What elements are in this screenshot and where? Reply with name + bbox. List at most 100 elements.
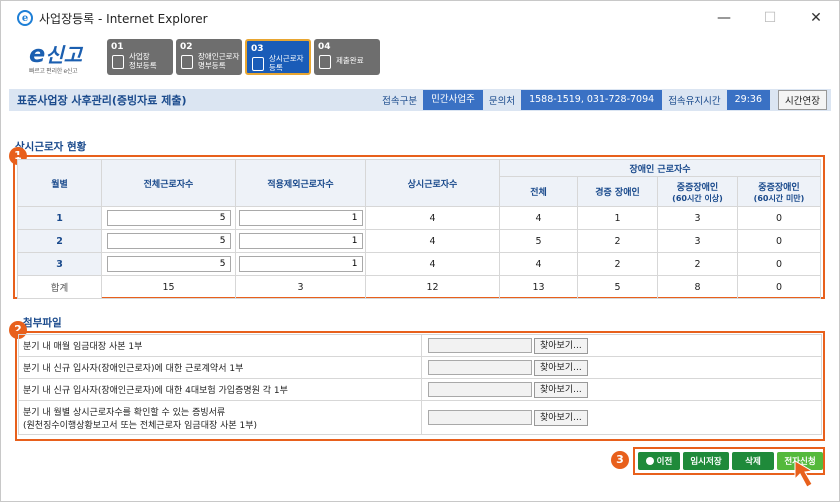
attachment-label: 분기 내 신규 입사자(장애인근로자)에 대한 4대보험 가입증명원 각 1부 (18, 378, 422, 401)
contact-value: 1588-1519, 031-728-7094 (521, 90, 663, 110)
file-path-field[interactable] (428, 410, 532, 425)
excluded-cell (235, 229, 366, 253)
step-number: 03 (251, 44, 264, 54)
attachment-file-cell: 찾아보기... (421, 378, 822, 401)
disabled-all-cell: 5 (499, 229, 578, 253)
callout-badge-3: 3 (611, 451, 629, 469)
section-title-attachments: 첨부파일 (23, 317, 62, 329)
attachments-table: 분기 내 매월 임금대장 사본 1부 찾아보기... 분기 내 신규 입사자(장… (18, 334, 822, 435)
attachment-label: 분기 내 신규 입사자(장애인근로자)에 대한 근로계약서 1부 (18, 356, 422, 379)
mild-cell: 2 (577, 229, 658, 253)
step-number: 02 (180, 42, 193, 52)
access-type-value: 민간사업주 (423, 90, 483, 110)
minimize-button[interactable]: — (701, 1, 747, 35)
file-path-field[interactable] (428, 382, 532, 397)
logo-text: 신고 (45, 43, 83, 67)
disabled-all-cell: 4 (499, 206, 578, 230)
logo-slogan: 빠르고 편리한 e신고 (29, 68, 78, 75)
total-cell (101, 206, 236, 230)
excluded-workers-input[interactable] (238, 233, 363, 249)
sum-row: 합계 15 3 12 13 5 8 0 (17, 275, 821, 299)
regular-workers-table: 월별 전체근로자수 적용제외근로자수 상시근로자수 장애인 근로자수 전체 경증… (17, 159, 821, 299)
internet-explorer-icon: e (17, 10, 33, 26)
arrow-left-icon (645, 457, 654, 465)
person-icon (181, 55, 193, 69)
window-controls: — ☐ ✕ (701, 1, 839, 35)
excluded-cell (235, 252, 366, 276)
window-title: 사업장등록 - Internet Explorer (39, 11, 208, 26)
attachment-file-cell: 찾아보기... (421, 356, 822, 379)
step-label: 장애인근로자 명부등록 (198, 52, 240, 70)
excluded-workers-input[interactable] (238, 210, 363, 226)
table-row: 3 4 4 2 2 0 (17, 252, 821, 276)
attachment-row: 분기 내 신규 입사자(장애인근로자)에 대한 근로계약서 1부 찾아보기... (18, 356, 822, 379)
file-path-field[interactable] (428, 338, 532, 353)
step-number: 01 (111, 42, 124, 52)
step-4[interactable]: 04 제출완료 (314, 39, 380, 75)
title-bar: e 사업장등록 - Internet Explorer — ☐ ✕ (1, 1, 839, 35)
total-workers-input[interactable] (106, 233, 231, 249)
person-icon (252, 57, 264, 71)
esingo-logo[interactable]: e신고 빠르고 편리한 e신고 (29, 39, 99, 75)
close-button[interactable]: ✕ (793, 1, 839, 35)
header-month: 월별 (17, 159, 102, 207)
delete-button[interactable]: 삭제 (732, 452, 774, 470)
maximize-button[interactable]: ☐ (747, 1, 793, 35)
attachment-row: 분기 내 매월 임금대장 사본 1부 찾아보기... (18, 334, 822, 357)
attachment-row: 분기 내 신규 입사자(장애인근로자)에 대한 4대보험 가입증명원 각 1부 … (18, 378, 822, 401)
regular-workers-table-frame: 월별 전체근로자수 적용제외근로자수 상시근로자수 장애인 근로자수 전체 경증… (13, 155, 825, 299)
excluded-cell (235, 206, 366, 230)
browse-button[interactable]: 찾아보기... (534, 337, 588, 354)
month-cell: 3 (17, 252, 102, 276)
file-path-field[interactable] (428, 360, 532, 375)
total-workers-input[interactable] (106, 256, 231, 272)
document-icon (319, 55, 331, 69)
session-time-label: 접속유지시간 (668, 96, 721, 107)
total-cell (101, 229, 236, 253)
month-cell: 1 (17, 206, 102, 230)
pointer-arrow-icon (794, 460, 814, 488)
header-mild-disabled: 경증 장애인 (577, 176, 658, 207)
sum-disabled-all: 13 (499, 275, 578, 299)
severe-down-cell: 0 (737, 229, 821, 253)
browser-window: e 사업장등록 - Internet Explorer — ☐ ✕ e신고 빠르… (0, 0, 840, 502)
sum-regular: 12 (365, 275, 500, 299)
browse-button[interactable]: 찾아보기... (534, 359, 588, 376)
severe-up-cell: 3 (657, 229, 738, 253)
sum-mild: 5 (577, 275, 658, 299)
total-workers-input[interactable] (106, 210, 231, 226)
info-bar: 표준사업장 사후관리(증빙자료 제출) 접속구분 민간사업주 문의처 1588-… (9, 89, 831, 111)
sum-severe-down: 0 (737, 275, 821, 299)
mild-cell: 1 (577, 206, 658, 230)
header-disabled-workers: 장애인 근로자수 (499, 159, 821, 177)
step-3[interactable]: 03 상시근로자 등록 (245, 39, 311, 75)
attachment-file-cell: 찾아보기... (421, 334, 822, 357)
page-title: 표준사업장 사후관리(증빙자료 제출) (17, 94, 187, 107)
regular-cell: 4 (365, 252, 500, 276)
browse-button[interactable]: 찾아보기... (534, 409, 588, 426)
temp-save-button[interactable]: 임시저장 (683, 452, 729, 470)
attachment-label: 분기 내 매월 임금대장 사본 1부 (18, 334, 422, 357)
step-label: 상시근로자 등록 (269, 54, 304, 72)
step-number: 04 (318, 42, 331, 52)
prev-button[interactable]: 이전 (638, 452, 680, 470)
attachment-file-cell: 찾아보기... (421, 400, 822, 435)
header-regular-workers: 상시근로자수 (365, 159, 500, 207)
browse-button[interactable]: 찾아보기... (534, 381, 588, 398)
step-2[interactable]: 02 장애인근로자 명부등록 (176, 39, 242, 75)
step-1[interactable]: 01 사업장 정보등록 (107, 39, 173, 75)
header-excluded-workers: 적용제외근로자수 (235, 159, 366, 207)
session-time-value: 29:36 (726, 90, 771, 110)
sum-label: 합계 (17, 275, 102, 299)
logo-e: e (29, 40, 46, 68)
sum-excluded: 3 (235, 275, 366, 299)
excluded-workers-input[interactable] (238, 256, 363, 272)
building-icon (112, 55, 124, 69)
step-label: 사업장 정보등록 (129, 52, 157, 70)
severe-down-cell: 0 (737, 206, 821, 230)
header-disabled-all: 전체 (499, 176, 578, 207)
sum-total: 15 (101, 275, 236, 299)
disabled-all-cell: 4 (499, 252, 578, 276)
page-header: e신고 빠르고 편리한 e신고 01 사업장 정보등록 02 장애인근로자 명부등록… (1, 35, 839, 81)
extend-session-button[interactable]: 시간연장 (778, 90, 827, 110)
